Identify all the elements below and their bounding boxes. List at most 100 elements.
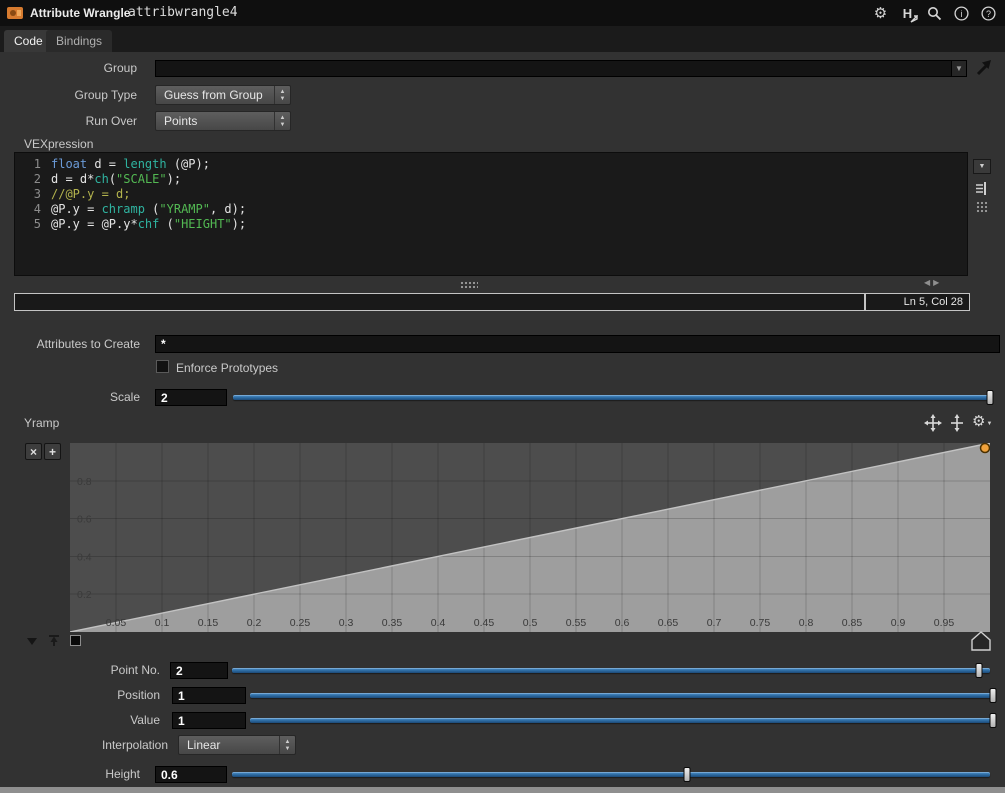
code-lines: 1 float d = length (@P); 2 d = d* ch("SCALE"…: [33, 157, 247, 231]
select-cursor-icon: [910, 15, 918, 23]
svg-text:0.8: 0.8: [77, 476, 92, 488]
slider-handle[interactable]: [683, 767, 691, 782]
close-icon: ×: [29, 444, 37, 459]
position-slider[interactable]: [250, 687, 997, 704]
editor-resize-grip[interactable]: [460, 281, 478, 290]
editor-scroll-arrows[interactable]: ◀▶: [924, 278, 942, 287]
info-icon[interactable]: i: [953, 4, 970, 22]
ramp-point1-handle[interactable]: [971, 631, 991, 651]
value-slider[interactable]: [250, 712, 997, 729]
value-value: 1: [178, 713, 185, 728]
spinner-up-icon: ▲: [279, 114, 286, 121]
spinner-icon[interactable]: ▲ ▼: [274, 86, 290, 104]
value-input[interactable]: 1: [172, 712, 246, 729]
move-all-icon[interactable]: [924, 414, 942, 432]
scroll-left-icon[interactable]: ◀: [924, 278, 933, 287]
svg-text:0.95: 0.95: [934, 617, 955, 629]
vex-code-editor[interactable]: 1 float d = length (@P); 2 d = d* ch("SCALE"…: [14, 152, 968, 276]
height-label: Height: [105, 767, 140, 781]
slider-handle[interactable]: [989, 713, 997, 728]
ramp-add-point-button[interactable]: +: [44, 443, 61, 460]
slider-handle[interactable]: [986, 390, 994, 405]
spinner-icon[interactable]: ▲ ▼: [279, 736, 295, 754]
group-select-arrow-icon[interactable]: [973, 56, 995, 78]
interpolation-value: Linear: [187, 738, 221, 752]
houdini-select-icon[interactable]: H: [899, 4, 918, 23]
attributes-to-create-value: *: [161, 337, 166, 351]
position-label: Position: [117, 688, 160, 702]
ramp-graph[interactable]: 0.05 0.1 0.15 0.2 0.25 0.3 0.35 0.4 0.45 0.5 0.55 0…: [70, 443, 990, 632]
svg-text:0.8: 0.8: [799, 617, 814, 629]
svg-text:0.4: 0.4: [77, 551, 92, 563]
height-value: 0.6: [161, 767, 178, 782]
svg-text:0.05: 0.05: [106, 617, 127, 629]
attributes-to-create-input[interactable]: *: [155, 335, 1000, 353]
group-type-dropdown[interactable]: Guess from Group ▲ ▼: [155, 85, 291, 105]
svg-text:?: ?: [986, 9, 991, 19]
svg-text:0.7: 0.7: [707, 617, 722, 629]
scale-label: Scale: [109, 390, 140, 404]
vexpression-label: VEXpression: [24, 137, 94, 151]
slider-track[interactable]: [232, 772, 990, 777]
node-type-title: Attribute Wrangle: [30, 6, 131, 20]
group-type-value: Guess from Group: [164, 88, 263, 102]
attribwrangle-node-icon: [7, 7, 23, 19]
group-input[interactable]: ▼: [155, 60, 967, 77]
scale-value: 2: [161, 390, 168, 405]
height-input[interactable]: 0.6: [155, 766, 227, 783]
spinner-down-icon: ▼: [284, 745, 291, 752]
value-label: Value: [130, 713, 160, 727]
scale-input[interactable]: 2: [155, 389, 227, 406]
height-slider[interactable]: [232, 766, 990, 783]
help-icon[interactable]: ?: [980, 4, 997, 22]
ramp-point0-handle[interactable]: [70, 635, 81, 646]
tab-bar: Code Bindings: [0, 26, 1005, 52]
move-frame-icon[interactable]: [948, 414, 966, 432]
node-name-field[interactable]: attribwrangle4: [128, 0, 238, 26]
search-icon[interactable]: [926, 4, 943, 22]
slider-handle[interactable]: [975, 663, 983, 678]
scale-slider[interactable]: [233, 389, 994, 406]
ramp-toolbar: ⚙ ▼: [924, 414, 992, 432]
svg-text:0.75: 0.75: [750, 617, 771, 629]
spinner-icon[interactable]: ▲ ▼: [274, 112, 290, 130]
point-no-label: Point No.: [110, 663, 160, 677]
chevron-down-icon: ▼: [955, 64, 963, 73]
svg-text:0.2: 0.2: [77, 589, 92, 601]
ramp-gear-icon[interactable]: ⚙ ▼: [972, 414, 992, 430]
header-toolbar: ⚙ H i ?: [872, 0, 997, 26]
editor-menu-icon[interactable]: ▼: [973, 159, 991, 174]
enforce-prototypes-checkbox[interactable]: [156, 360, 169, 373]
slider-track[interactable]: [233, 395, 990, 400]
point-no-slider[interactable]: [232, 662, 990, 679]
group-label: Group: [103, 61, 137, 75]
tab-bindings[interactable]: Bindings: [46, 30, 113, 52]
slider-track[interactable]: [250, 718, 993, 723]
scroll-right-icon[interactable]: ▶: [933, 278, 942, 287]
slider-handle[interactable]: [989, 688, 997, 703]
svg-text:0.55: 0.55: [566, 617, 587, 629]
ramp-remove-point-button[interactable]: ×: [25, 443, 42, 460]
svg-text:0.45: 0.45: [474, 617, 495, 629]
svg-text:0.9: 0.9: [891, 617, 906, 629]
editor-drag-grip[interactable]: [976, 201, 988, 213]
group-dropdown-icon[interactable]: ▼: [951, 61, 966, 76]
slider-track[interactable]: [250, 693, 993, 698]
run-over-label: Run Over: [85, 114, 137, 128]
spinner-up-icon: ▲: [279, 88, 286, 95]
plus-icon: +: [48, 444, 56, 459]
point-no-input[interactable]: 2: [170, 662, 228, 679]
ramp-flatten-icon[interactable]: [46, 633, 62, 649]
run-over-dropdown[interactable]: Points ▲ ▼: [155, 111, 291, 131]
svg-text:0.25: 0.25: [290, 617, 311, 629]
position-input[interactable]: 1: [172, 687, 246, 704]
svg-text:0.85: 0.85: [842, 617, 863, 629]
ramp-presets-dropdown-icon[interactable]: [27, 638, 37, 645]
gear-icon[interactable]: ⚙: [872, 4, 889, 22]
interpolation-dropdown[interactable]: Linear ▲ ▼: [178, 735, 296, 755]
cursor-position-text: Ln 5, Col 28: [903, 296, 963, 308]
position-value: 1: [178, 688, 185, 703]
window-resize-bar[interactable]: [0, 787, 1005, 793]
expression-editor-icon[interactable]: [973, 180, 990, 197]
slider-track[interactable]: [232, 668, 990, 673]
